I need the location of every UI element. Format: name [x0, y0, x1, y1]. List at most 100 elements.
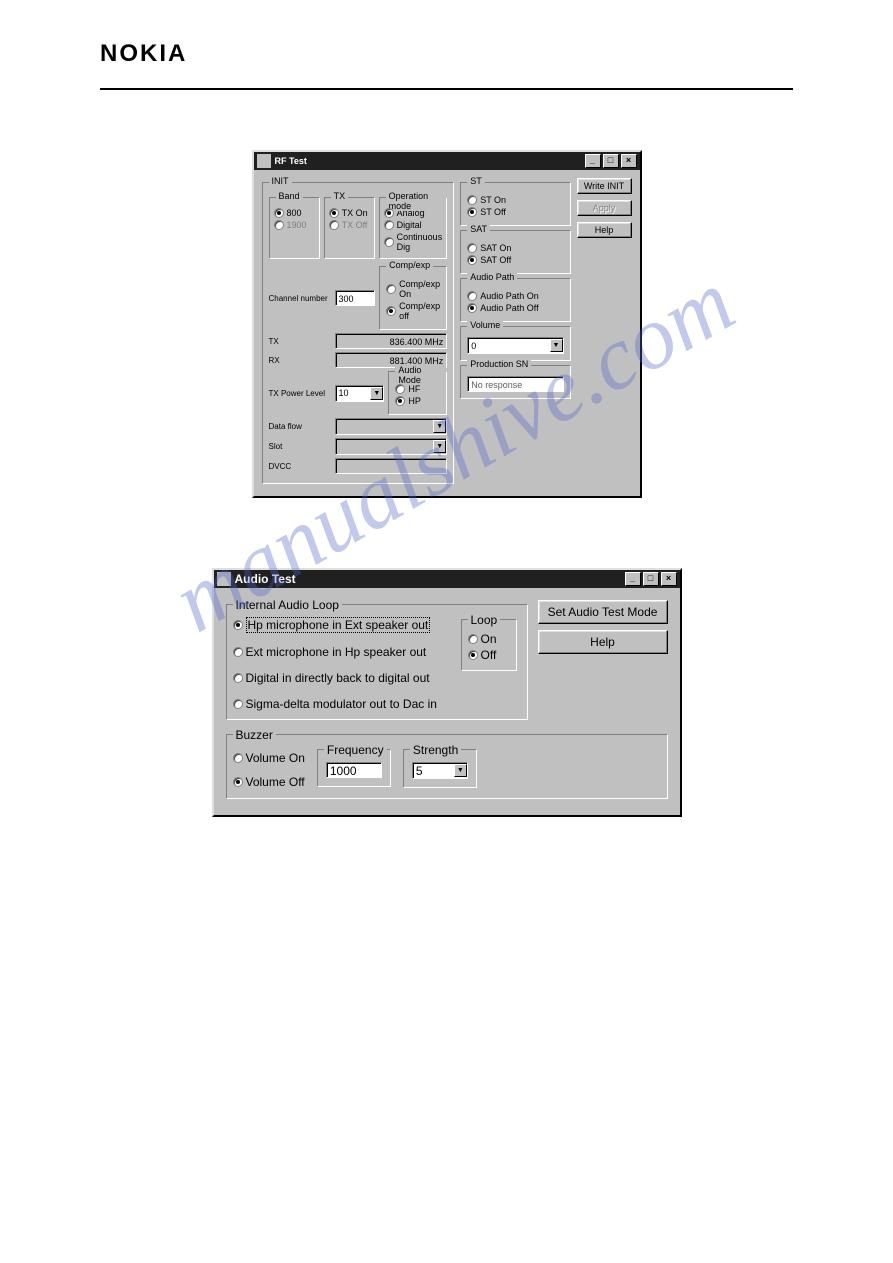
loop-off-label: Off	[481, 648, 497, 662]
dataflow-select[interactable]: ▼	[335, 418, 448, 435]
volume-select[interactable]: 0▼	[467, 337, 563, 354]
loop-on-label: On	[481, 632, 497, 646]
loop-opt3-radio[interactable]: Digital in directly back to digital out	[233, 671, 463, 685]
audiopath-off-label: Audio Path Off	[480, 303, 538, 313]
maximize-icon[interactable]: □	[603, 154, 619, 168]
app-icon	[257, 154, 271, 168]
loop-opt1-label: Hp microphone in Ext speaker out	[246, 617, 431, 633]
init-group: INIT Band 800 1900 TX TX On TX Off	[262, 182, 455, 484]
opmode-contdig-radio[interactable]: Continuous Dig	[384, 232, 443, 252]
strength-select[interactable]: 5▼	[412, 762, 468, 779]
prodsn-value: No response	[467, 376, 563, 392]
tx-on-radio[interactable]: TX On	[329, 208, 370, 218]
tx-legend: TX	[331, 191, 349, 201]
txfreq-value: 836.400 MHz	[335, 333, 448, 349]
help-button[interactable]: Help	[538, 630, 668, 654]
loop-opt1-radio[interactable]: Hp microphone in Ext speaker out	[233, 617, 463, 633]
strength-group: Strength 5▼	[403, 749, 477, 788]
loop-opt4-label: Sigma-delta modulator out to Dac in	[246, 697, 437, 711]
minimize-icon[interactable]: _	[625, 572, 641, 586]
help-button[interactable]: Help	[577, 222, 632, 238]
loop-opt2-label: Ext microphone in Hp speaker out	[246, 645, 427, 659]
rf-test-window: RF Test _ □ × INIT Band 800 19	[252, 150, 642, 498]
rf-title: RF Test	[275, 156, 307, 166]
app-icon	[217, 572, 231, 586]
loopgroup-legend: Internal Audio Loop	[233, 598, 342, 612]
band-800-radio[interactable]: 800	[274, 208, 315, 218]
minimize-icon[interactable]: _	[585, 154, 601, 168]
compexp-on-radio[interactable]: Comp/exp On	[386, 279, 440, 299]
write-init-button[interactable]: Write INIT	[577, 178, 632, 194]
tx-off-radio[interactable]: TX Off	[329, 220, 370, 230]
opmode-group: Operation mode Analog Digital Continuous…	[379, 197, 448, 259]
init-legend: INIT	[269, 176, 292, 186]
rf-titlebar: RF Test _ □ ×	[254, 152, 640, 170]
loop-onoff-group: Loop On Off	[461, 619, 517, 671]
txpower-label: TX Power Level	[269, 389, 331, 398]
audiomode-legend: Audio Mode	[395, 365, 446, 385]
compexp-on-label: Comp/exp On	[399, 279, 440, 299]
volume-legend: Volume	[467, 320, 503, 330]
loop-off-radio[interactable]: Off	[468, 648, 510, 662]
st-legend: ST	[467, 176, 485, 186]
st-group: ST ST On ST Off	[460, 182, 570, 226]
txfreq-label: TX	[269, 337, 331, 346]
frequency-input[interactable]: 1000	[326, 762, 382, 778]
dvcc-label: DVCC	[269, 462, 331, 471]
close-icon[interactable]: ×	[621, 154, 637, 168]
channel-input[interactable]: 300	[335, 290, 376, 306]
audiomode-hp-radio[interactable]: HP	[395, 396, 440, 406]
audiopath-on-radio[interactable]: Audio Path On	[467, 291, 563, 301]
sat-group: SAT SAT On SAT Off	[460, 230, 570, 274]
band-1900-radio[interactable]: 1900	[274, 220, 315, 230]
tx-group: TX TX On TX Off	[324, 197, 375, 259]
loop-opt4-radio[interactable]: Sigma-delta modulator out to Dac in	[233, 697, 463, 711]
audio-titlebar: Audio Test _ □ ×	[214, 570, 680, 588]
compexp-legend: Comp/exp	[386, 260, 433, 270]
apply-button[interactable]: Apply	[577, 200, 632, 216]
band-legend: Band	[276, 191, 303, 201]
audiopath-off-radio[interactable]: Audio Path Off	[467, 303, 563, 313]
chevron-down-icon: ▼	[433, 420, 446, 433]
slot-select[interactable]: ▼	[335, 438, 448, 455]
opmode-contdig-label: Continuous Dig	[397, 232, 443, 252]
frequency-legend: Frequency	[324, 743, 387, 757]
loop-on-radio[interactable]: On	[468, 632, 510, 646]
sat-off-radio[interactable]: SAT Off	[467, 255, 563, 265]
audiomode-group: Audio Mode HF HP	[388, 371, 447, 415]
st-off-radio[interactable]: ST Off	[467, 207, 563, 217]
txpower-value: 10	[339, 388, 349, 398]
volume-value: 0	[471, 341, 476, 351]
dataflow-label: Data flow	[269, 422, 331, 431]
opmode-legend: Operation mode	[386, 191, 447, 211]
audiopath-legend: Audio Path	[467, 272, 517, 282]
chevron-down-icon: ▼	[454, 764, 467, 777]
compexp-off-label: Comp/exp off	[399, 301, 440, 321]
band-800-label: 800	[287, 208, 302, 218]
volume-off-label: Volume Off	[246, 775, 305, 789]
dvcc-input[interactable]	[335, 458, 448, 474]
tx-on-label: TX On	[342, 208, 368, 218]
sat-on-radio[interactable]: SAT On	[467, 243, 563, 253]
prodsn-group: Production SN No response	[460, 365, 570, 399]
st-on-label: ST On	[480, 195, 506, 205]
loop-opt2-radio[interactable]: Ext microphone in Hp speaker out	[233, 645, 463, 659]
opmode-digital-radio[interactable]: Digital	[384, 220, 443, 230]
volume-off-radio[interactable]: Volume Off	[233, 775, 305, 789]
st-on-radio[interactable]: ST On	[467, 195, 563, 205]
sat-legend: SAT	[467, 224, 490, 234]
rxfreq-label: RX	[269, 356, 331, 365]
volume-on-radio[interactable]: Volume On	[233, 751, 305, 765]
compexp-off-radio[interactable]: Comp/exp off	[386, 301, 440, 321]
audiomode-hf-radio[interactable]: HF	[395, 384, 440, 394]
txpower-select[interactable]: 10 ▼	[335, 385, 385, 402]
chevron-down-icon: ▼	[370, 387, 383, 400]
maximize-icon[interactable]: □	[643, 572, 659, 586]
strength-legend: Strength	[410, 743, 461, 757]
close-icon[interactable]: ×	[661, 572, 677, 586]
st-off-label: ST Off	[480, 207, 506, 217]
set-audio-test-mode-button[interactable]: Set Audio Test Mode	[538, 600, 668, 624]
frequency-group: Frequency 1000	[317, 749, 391, 787]
slot-label: Slot	[269, 442, 331, 451]
audio-title: Audio Test	[235, 572, 296, 586]
